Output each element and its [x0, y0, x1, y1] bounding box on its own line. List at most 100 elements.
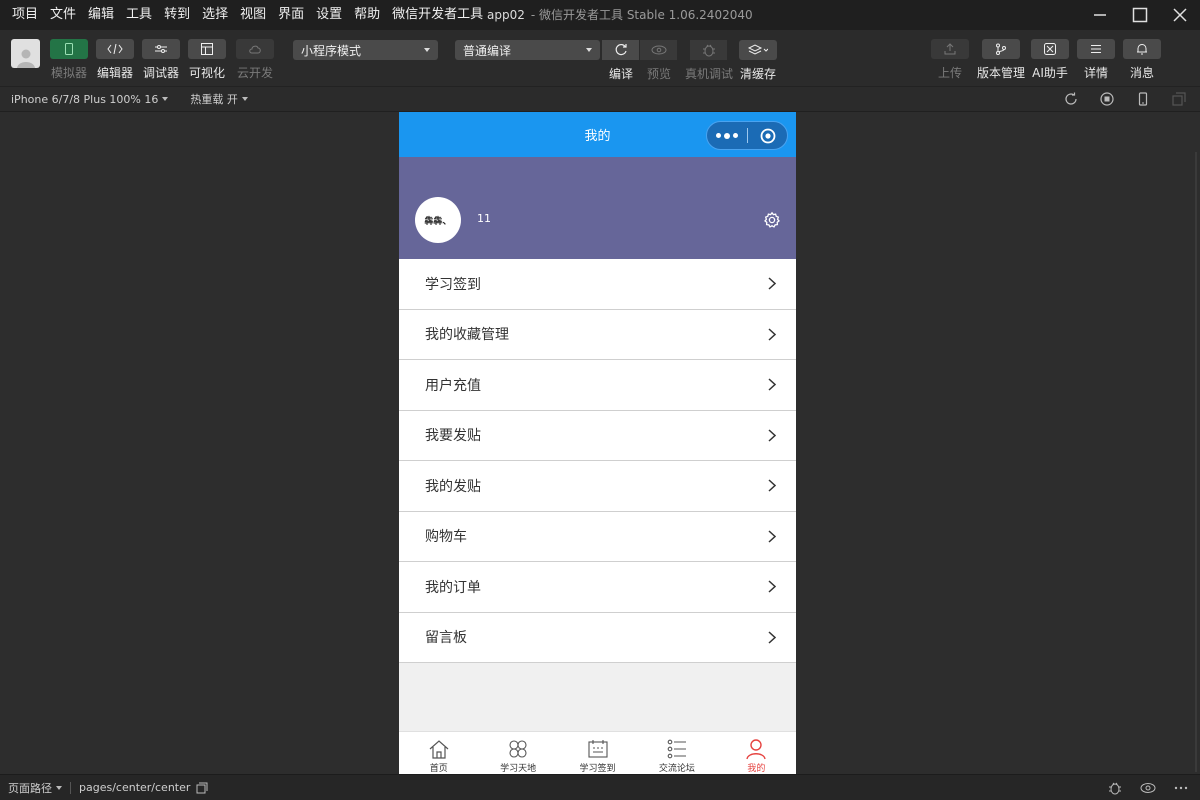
window-controls: [1080, 0, 1200, 30]
avatar[interactable]: 犇犇、: [415, 197, 461, 243]
menu-list: 学习签到 我的收藏管理 用户充值 我要发贴 我的发贴 购物车 我的订单 留言板: [399, 259, 796, 663]
chevron-down-icon: [586, 48, 592, 52]
mode-select-value: 小程序模式: [301, 43, 362, 58]
menu-row-label: 留言板: [425, 630, 467, 647]
cloud-dev-label: 云开发: [236, 66, 273, 80]
tab-checkin[interactable]: 学习签到: [558, 732, 637, 774]
page-path-label: 页面路径: [8, 781, 52, 795]
tab-forum[interactable]: 交流论坛: [637, 732, 716, 774]
menu-view[interactable]: 视图: [234, 0, 272, 30]
visual-toggle[interactable]: 可视化: [188, 39, 226, 81]
menu-help[interactable]: 帮助: [348, 0, 386, 30]
bug-icon[interactable]: [1108, 781, 1122, 795]
eye-icon: [651, 45, 666, 55]
calendar-icon: [586, 737, 610, 760]
hot-reload-value: 热重载 开: [190, 93, 238, 106]
more-dots-icon: [733, 133, 738, 138]
visual-icon-box: [188, 39, 226, 59]
canvas-scrollbar[interactable]: [1195, 152, 1197, 772]
status-divider: [70, 781, 71, 794]
menu-file[interactable]: 文件: [44, 0, 82, 30]
copy-icon[interactable]: [196, 782, 208, 794]
menu-goto[interactable]: 转到: [158, 0, 196, 30]
window-title: app02 - 微信开发者工具 Stable 1.06.2402040: [487, 0, 753, 30]
device-select[interactable]: iPhone 6/7/8 Plus 100% 16: [11, 93, 169, 106]
menu-row-study-checkin[interactable]: 学习签到: [399, 259, 796, 310]
menu-tools[interactable]: 工具: [120, 0, 158, 30]
layers-icon: [748, 44, 768, 55]
menu-items: 项目 文件 编辑 工具 转到 选择 视图 界面 设置 帮助 微信开发者工具: [0, 0, 489, 30]
hot-reload-select[interactable]: 热重载 开: [190, 91, 248, 107]
messages-label: 消息: [1129, 66, 1154, 80]
capsule-menu: [706, 121, 788, 150]
stop-record-icon[interactable]: [1100, 92, 1114, 106]
upload-toggle[interactable]: 上传: [931, 39, 969, 81]
page-navbar: 我的: [399, 112, 796, 157]
ai-assistant-toggle[interactable]: AI助手: [1031, 39, 1069, 81]
tab-label: 我的: [747, 764, 766, 774]
upload-icon-box: [931, 39, 969, 59]
preview-button[interactable]: [640, 40, 677, 60]
menu-row-favorites[interactable]: 我的收藏管理: [399, 309, 796, 360]
compile-select[interactable]: 普通编译: [455, 40, 600, 60]
menu-row-cart[interactable]: 购物车: [399, 511, 796, 562]
menu-row-my-posts[interactable]: 我的发贴: [399, 461, 796, 512]
ai-assistant-label: AI助手: [1032, 66, 1068, 80]
tab-label: 交流论坛: [658, 764, 695, 774]
ai-icon: [1044, 43, 1056, 55]
cloud-dev-toggle[interactable]: 云开发: [236, 39, 274, 81]
compile-label: 编译: [609, 67, 634, 81]
upload-icon: [944, 43, 956, 55]
menu-wechat-devtools[interactable]: 微信开发者工具: [386, 0, 489, 30]
menu-row-recharge[interactable]: 用户充值: [399, 360, 796, 411]
settings-button[interactable]: [763, 211, 781, 229]
chevron-down-icon: [424, 48, 430, 52]
version-toggle[interactable]: 版本管理: [977, 39, 1025, 81]
rotate-icon[interactable]: [1064, 92, 1078, 106]
details-toggle[interactable]: 详情: [1077, 39, 1115, 81]
tab-mine[interactable]: 我的: [717, 732, 796, 774]
phone-icon[interactable]: [1136, 92, 1150, 106]
user-avatar-button[interactable]: [11, 39, 40, 68]
menu-row-label: 购物车: [425, 529, 467, 546]
chevron-right-icon: [768, 277, 778, 291]
status-bar: 页面路径 pages/center/center: [0, 774, 1200, 800]
compile-button[interactable]: [602, 40, 639, 60]
simulator-toggle[interactable]: 模拟器: [50, 39, 88, 81]
eye-icon[interactable]: [1140, 782, 1156, 794]
gear-icon: [764, 211, 780, 228]
mode-select[interactable]: 小程序模式: [293, 40, 438, 60]
more-horizontal-icon[interactable]: [1174, 786, 1188, 790]
menu-select[interactable]: 选择: [196, 0, 234, 30]
phone-icon: [65, 43, 73, 55]
page-path-select[interactable]: 页面路径: [8, 780, 62, 796]
details-label: 详情: [1083, 66, 1108, 80]
editor-toggle[interactable]: 编辑器: [96, 39, 134, 81]
profile-header: 犇犇、 11: [399, 157, 796, 259]
close-button[interactable]: [1160, 0, 1200, 30]
messages-toggle[interactable]: 消息: [1123, 39, 1161, 81]
close-miniprogram-button[interactable]: [748, 128, 787, 144]
remote-debug-label: 真机调试: [685, 67, 734, 81]
menu-row-orders[interactable]: 我的订单: [399, 562, 796, 613]
tab-home[interactable]: 首页: [399, 732, 478, 774]
version-icon-box: [982, 39, 1020, 59]
minimize-button[interactable]: [1080, 0, 1120, 30]
menu-row-message-board[interactable]: 留言板: [399, 612, 796, 663]
menu-project[interactable]: 项目: [6, 0, 44, 30]
phone-screen: 我的 犇犇、 11 学习签到 我的收藏管理 用户充值 我要发贴 我的发贴 购物车…: [399, 112, 796, 774]
maximize-button[interactable]: [1120, 0, 1160, 30]
tab-learning[interactable]: 学习天地: [478, 732, 557, 774]
menu-settings[interactable]: 设置: [310, 0, 348, 30]
bug-icon: [702, 44, 715, 57]
clear-cache-button[interactable]: [739, 40, 777, 60]
clear-cache-label: 清缓存: [740, 67, 777, 81]
menu-interface[interactable]: 界面: [272, 0, 310, 30]
menu-row-new-post[interactable]: 我要发贴: [399, 410, 796, 461]
remote-debug-button[interactable]: [690, 40, 727, 60]
debugger-toggle[interactable]: 调试器: [142, 39, 180, 81]
menu-row-label: 我的订单: [425, 579, 481, 596]
menu-edit[interactable]: 编辑: [82, 0, 120, 30]
more-button[interactable]: [707, 132, 747, 139]
detach-window-icon[interactable]: [1172, 92, 1186, 106]
